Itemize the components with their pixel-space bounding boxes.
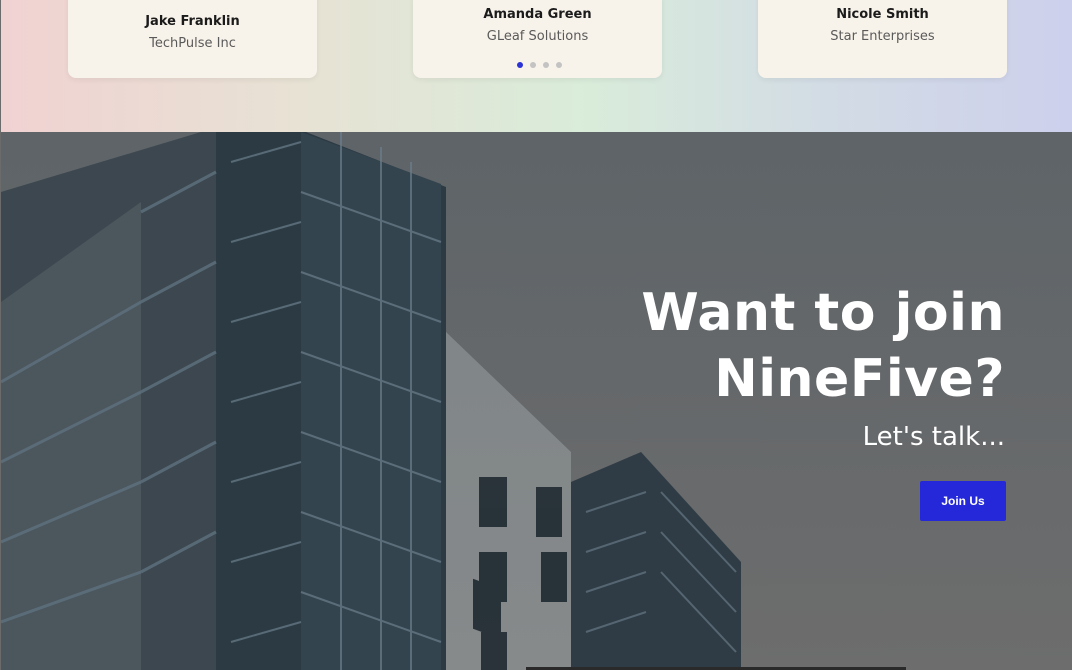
- hero-subtitle: Let's talk...: [862, 422, 1005, 452]
- join-us-button[interactable]: Join Us: [920, 481, 1006, 521]
- testimonials-section: Jake Franklin TechPulse Inc Amanda Green…: [1, 0, 1072, 132]
- testimonial-company: GLeaf Solutions: [486, 29, 589, 44]
- carousel-dot-3[interactable]: [542, 62, 549, 68]
- testimonial-name: Jake Franklin: [145, 14, 240, 29]
- testimonial-card: Jake Franklin TechPulse Inc: [68, 0, 317, 78]
- join-hero-section: Want to join NineFive? Let's talk... Joi…: [1, 132, 1072, 670]
- testimonial-company: TechPulse Inc: [149, 36, 236, 51]
- testimonial-card: Nicole Smith Star Enterprises: [758, 0, 1007, 78]
- carousel-dot-1[interactable]: [516, 62, 523, 68]
- carousel-dot-4[interactable]: [555, 62, 562, 68]
- testimonial-name: Nicole Smith: [836, 7, 929, 22]
- hero-title-line-2: NineFive?: [714, 349, 1005, 409]
- hero-title-line-1: Want to join: [641, 283, 1005, 343]
- testimonial-card-active: Amanda Green GLeaf Solutions: [413, 0, 662, 78]
- testimonial-company: Star Enterprises: [830, 29, 935, 44]
- testimonial-name: Amanda Green: [483, 7, 592, 22]
- carousel-dot-2[interactable]: [529, 62, 536, 68]
- hero-title: Want to join NineFive?: [485, 280, 1005, 412]
- carousel-dots: [413, 62, 662, 68]
